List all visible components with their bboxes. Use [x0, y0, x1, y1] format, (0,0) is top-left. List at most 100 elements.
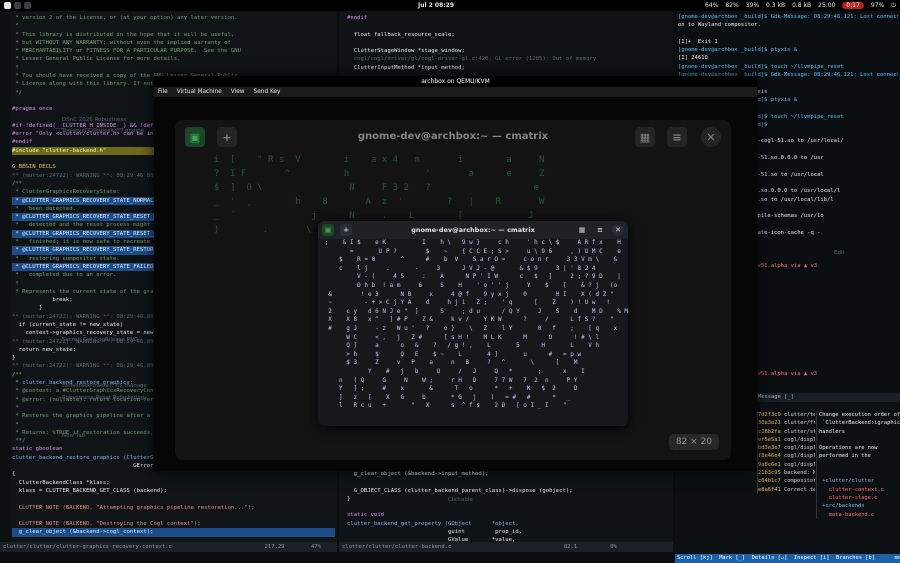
tig-commit-row[interactable]: bd3e3e7 cogl/displa — [758, 444, 815, 452]
code-line[interactable]: ClutterBackendClass *klass; — [12, 479, 335, 487]
workspace-indicator[interactable] — [4, 2, 31, 9]
tig-commit-row[interactable]: c18b2fa clutter/sta — [758, 428, 815, 436]
tig-detail-line[interactable]: performed in the — [819, 452, 900, 460]
code-line[interactable]: * but WITHOUT ANY WARRANTY; without even… — [12, 39, 335, 47]
tab-overview-icon[interactable]: ▦ — [635, 127, 655, 147]
code-line[interactable]: cogl/cogl/driver/gl/cogl-driver-gl.c:420… — [347, 55, 671, 63]
guest-terminal-header[interactable]: ▣ + gnome-dev@archbox:~ — cmatrix ▦ ≡ ✕ — [175, 120, 731, 153]
tig-commit-row[interactable]: 21b3c95 backend: Ma — [758, 469, 815, 477]
code-line[interactable]: G_OBJECT_CLASS (clutter_backend_parent_c… — [347, 487, 671, 495]
tig-message-tab[interactable]: Message [_] — [755, 393, 900, 402]
menu-view[interactable]: View — [231, 87, 245, 97]
cmatrix-row: n ( Q G N W ; r H D 7 7 W 7 2 n P Y — [321, 376, 578, 384]
terminal-line[interactable]: on to Wayland compositor. — [678, 21, 898, 29]
menu-icon[interactable]: ≡ — [667, 127, 687, 147]
code-line[interactable]: { — [12, 470, 335, 478]
menu-icon[interactable]: ≡ — [594, 224, 606, 236]
code-line[interactable]: } — [347, 495, 671, 503]
code-line[interactable]: * version 2 of the License, or (at your … — [12, 14, 335, 22]
tig-detail-line[interactable] — [819, 469, 900, 477]
code-line[interactable] — [347, 39, 671, 47]
terminal-line[interactable]: [gnome-dev@archbox _build]$ touch ~/llvm… — [678, 63, 898, 71]
code-line[interactable]: static void — [347, 511, 671, 519]
tig-detail-line[interactable]: handlers — [819, 428, 900, 436]
recording-indicator[interactable]: 0:17 — [842, 2, 864, 9]
cmatrix-row: i [ " R s V i a x 4 m i a N — [203, 155, 545, 165]
tab-overview-icon[interactable]: ▦ — [576, 224, 588, 236]
tig-detail-line[interactable]: meta-backend.c — [819, 511, 900, 519]
tig-detail-line[interactable] — [819, 436, 900, 444]
code-line[interactable]: #endif — [347, 14, 671, 22]
code-line[interactable]: guint prop_id, — [347, 528, 671, 536]
editor-mid-statusline: clutter/clutter/clutter-backend.c 82,1 0… — [339, 542, 673, 552]
inner-terminal-window[interactable]: ▣ + gnome-dev@archbox:~ — cmatrix ▦ ≡ ✕ … — [318, 221, 628, 426]
code-line[interactable]: float fallback_resource_scale; — [347, 31, 671, 39]
vm-screen[interactable]: ▣ + gnome-dev@archbox:~ — cmatrix ▦ ≡ ✕ … — [154, 97, 757, 471]
vm-window-title[interactable]: archbox on QEMU/KVM — [154, 76, 757, 87]
terminal-line[interactable] — [678, 30, 898, 38]
new-tab-icon[interactable]: + — [217, 127, 237, 147]
code-line[interactable]: ClutterInputMethod *input_method; — [347, 64, 671, 72]
tig-detail-line[interactable]: +src/backends — [819, 502, 900, 510]
terminal-line[interactable]: [1]+ Exit 1 — [678, 38, 898, 46]
tig-commit-row[interactable]: c04b1c7 compositor: — [758, 477, 815, 485]
tig-commit-row[interactable]: 9a8c6e1 cogl/displa — [758, 461, 815, 469]
code-line[interactable]: * This library is distributed in the hop… — [12, 31, 335, 39]
pomodoro-timer[interactable]: 25:00 — [818, 2, 835, 9]
terminal-line[interactable]: [gnome-dev@archbox _build]$ ptyxis & — [678, 46, 898, 54]
workspace-dot[interactable] — [14, 2, 21, 9]
editor-mid-content-bottom[interactable]: g_clear_object (&backend->input_method);… — [347, 470, 671, 552]
code-line[interactable]: * — [12, 64, 335, 72]
close-icon[interactable]: ✕ — [701, 127, 721, 147]
tig-commit-row[interactable]: f8e46e4 cogl/displa — [758, 452, 815, 460]
tig-detail-line[interactable]: `ClutterBackend:igraphics — [819, 419, 900, 427]
tig-commit-row[interactable]: 7d2f3c9 clutter/tex — [758, 411, 815, 419]
power-icon[interactable]: ⏻ — [891, 2, 896, 10]
vm-window[interactable]: archbox on QEMU/KVM File Virtual Machine… — [154, 76, 757, 471]
code-line[interactable] — [12, 512, 335, 520]
code-line[interactable]: CLUTTER_NOTE (BACKEND, "Attempting graph… — [12, 504, 335, 512]
tig-commit-row[interactable]: ef5e5a1 cogl/displa — [758, 436, 815, 444]
close-icon[interactable]: ✕ — [612, 224, 624, 236]
code-line[interactable]: * — [12, 22, 335, 30]
tig-commit-row[interactable]: 30a3e21 clutter/fra — [758, 419, 815, 427]
inner-terminal-header[interactable]: ▣ + gnome-dev@archbox:~ — cmatrix ▦ ≡ ✕ — [318, 221, 628, 239]
cmatrix-row: 2 c y d 6 N J e " ] S ; d u / Q Y J S d … — [321, 307, 628, 315]
workspace-dot[interactable] — [4, 2, 11, 9]
system-tray[interactable]: 64% 82% 39% 0.3 kB 0.8 kB 25:00 0:17 97%… — [705, 2, 896, 10]
ghost-notification: core/stack-tracker: Fix manage — [62, 383, 148, 389]
tig-detail-line[interactable]: clutter-stage.c — [819, 494, 900, 502]
tig-commit-list[interactable]: 7d2f3c9 clutter/tex30a3e21 clutter/frac1… — [757, 411, 815, 494]
code-line[interactable]: ClutterStageWindow *stage_window; — [347, 47, 671, 55]
code-line[interactable] — [12, 495, 335, 503]
tig-detail-line[interactable]: Operations are now — [819, 444, 900, 452]
menu-virtual-machine[interactable]: Virtual Machine — [177, 87, 222, 97]
code-line[interactable] — [347, 478, 671, 486]
code-line[interactable]: * MERCHANTABILITY or FITNESS FOR A PARTI… — [12, 47, 335, 55]
menu-file[interactable]: File — [158, 87, 168, 97]
tig-detail-line[interactable]: Change execution order of — [819, 411, 900, 419]
tig-commit-row[interactable]: e8a6f41 Correct tes — [758, 486, 815, 494]
tig-commit-details[interactable]: Change execution order of `ClutterBacken… — [816, 411, 900, 519]
guest-terminal-window[interactable]: ▣ + gnome-dev@archbox:~ — cmatrix ▦ ≡ ✕ … — [175, 120, 731, 460]
code-line[interactable]: clutter_backend_get_property (GObject *o… — [347, 520, 671, 528]
clock[interactable]: Jul 2 08:29 — [418, 2, 454, 9]
code-line[interactable]: klass = CLUTTER_BACKEND_GET_CLASS (backe… — [12, 487, 335, 495]
terminal-line[interactable]: [gnome-dev@archbox _build]$ Gdk-Message:… — [678, 13, 898, 21]
code-line[interactable]: g_clear_object (&backend->cogl_context); — [12, 528, 335, 537]
code-line[interactable] — [347, 503, 671, 511]
tig-detail-line[interactable] — [819, 461, 900, 469]
editor-mid-content[interactable]: #endif float fallback_resource_scale; Cl… — [347, 14, 671, 80]
menu-send-key[interactable]: Send Key — [254, 87, 281, 97]
code-line[interactable] — [347, 22, 671, 30]
code-line[interactable]: g_clear_object (&backend->input_method); — [347, 470, 671, 478]
code-line[interactable]: * Lesser General Public License for more… — [12, 55, 335, 63]
cmatrix-row: W C < , j Z # [ s H ! M L K M O ! # \ l — [321, 333, 600, 341]
code-line[interactable]: CLUTTER_NOTE (BACKEND, "Destroying the C… — [12, 520, 335, 528]
tig-detail-line[interactable]: clutter-context.c — [819, 486, 900, 494]
terminal-line[interactable]: [1] 24610 — [678, 54, 898, 62]
new-tab-icon[interactable]: + — [340, 224, 352, 236]
cmatrix-output[interactable]: ; & I $ e K I h \ 9 w } c h ' h c \ $ A … — [318, 239, 628, 426]
workspace-dot[interactable] — [24, 2, 31, 9]
tig-detail-line[interactable]: +clutter/clutter — [819, 477, 900, 485]
